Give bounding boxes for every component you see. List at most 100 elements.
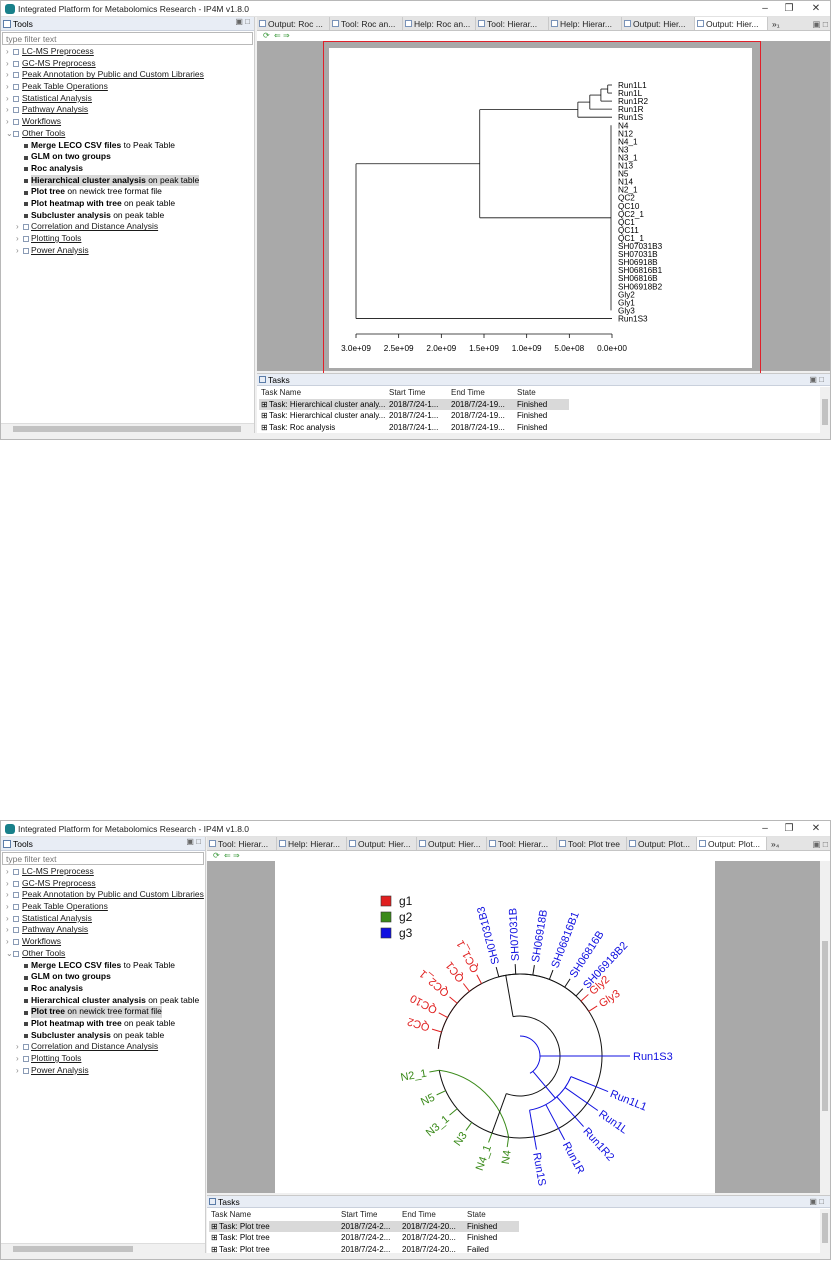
chevron-down-icon[interactable]: ⌄: [6, 948, 13, 960]
tree-category-peak-table-operations[interactable]: › Peak Table Operations: [1, 901, 205, 913]
filter-input[interactable]: [2, 852, 204, 865]
tab-overflow-button[interactable]: »₄: [769, 837, 791, 850]
tab-help-hierar[interactable]: Help: Hierar...: [549, 17, 622, 30]
tree-category-pathway-analysis[interactable]: › Pathway Analysis: [1, 104, 254, 116]
tool-item-roc-analysis[interactable]: Roc analysis: [1, 983, 205, 995]
horizontal-scrollbar[interactable]: [1, 1243, 205, 1253]
tool-item-plot-heatmap-with-tree[interactable]: Plot heatmap with tree on peak table: [1, 198, 254, 210]
column-header-end-time[interactable]: End Time: [402, 1209, 436, 1221]
tree-category-peak-annotation-by-public-and-custom-libraries[interactable]: › Peak Annotation by Public and Custom Li…: [1, 889, 205, 901]
refresh-icon[interactable]: ⟳: [213, 851, 220, 860]
panel-minmax-icon[interactable]: ▣ □: [186, 837, 201, 846]
tree-category-lc-ms-preprocess[interactable]: › LC-MS Preprocess: [1, 866, 205, 878]
back-icon[interactable]: ⇐: [274, 31, 281, 40]
chevron-down-icon[interactable]: ⌄: [6, 128, 13, 140]
chevron-right-icon[interactable]: ›: [6, 901, 9, 913]
tree-category-lc-ms-preprocess[interactable]: › LC-MS Preprocess: [1, 46, 254, 58]
column-header-end-time[interactable]: End Time: [451, 387, 485, 399]
tool-item-glm-on-two-groups[interactable]: GLM on two groups: [1, 971, 205, 983]
tasks-scrollbar[interactable]: [820, 387, 830, 433]
chevron-right-icon[interactable]: ›: [6, 46, 9, 58]
tree-category-other-tools[interactable]: ⌄ Other Tools: [1, 128, 254, 140]
chevron-right-icon[interactable]: ›: [6, 116, 9, 128]
tab-help-roc-an[interactable]: Help: Roc an...: [403, 17, 476, 30]
restore-icon[interactable]: ❐: [777, 821, 801, 837]
chevron-right-icon[interactable]: ›: [6, 866, 9, 878]
tool-item-plot-tree[interactable]: Plot tree on newick tree format file: [1, 1006, 205, 1018]
chevron-right-icon[interactable]: ›: [6, 924, 9, 936]
tool-item-plot-heatmap-with-tree[interactable]: Plot heatmap with tree on peak table: [1, 1018, 205, 1030]
table-row[interactable]: Task: Roc analysis 2018/7/24-1... 2018/7/2…: [259, 422, 569, 434]
chevron-right-icon[interactable]: ›: [16, 233, 19, 245]
tree-subcategory-correlation-and-distance-analysis[interactable]: › Correlation and Distance Analysis: [1, 1041, 205, 1053]
tab-output-roc[interactable]: Output: Roc ...: [257, 17, 330, 30]
back-icon[interactable]: ⇐: [224, 851, 231, 860]
tree-category-workflows[interactable]: › Workflows: [1, 936, 205, 948]
tab-output-hier[interactable]: Output: Hier...: [417, 837, 487, 850]
chevron-right-icon[interactable]: ›: [6, 936, 9, 948]
table-row[interactable]: Task: Hierarchical cluster analy... 2018/…: [259, 398, 569, 411]
chevron-right-icon[interactable]: ›: [16, 1041, 19, 1053]
column-header-state[interactable]: State: [517, 387, 536, 399]
chevron-right-icon[interactable]: ›: [16, 221, 19, 233]
tree-category-gc-ms-preprocess[interactable]: › GC-MS Preprocess: [1, 878, 205, 890]
close-icon[interactable]: ✕: [804, 821, 828, 837]
column-header-start-time[interactable]: Start Time: [389, 387, 425, 399]
chevron-right-icon[interactable]: ›: [6, 69, 9, 81]
tree-category-statistical-analysis[interactable]: › Statistical Analysis: [1, 93, 254, 105]
table-row[interactable]: Task: Plot tree 2018/7/24-2... 2018/7/24-2…: [209, 1232, 519, 1244]
tool-item-merge-leco-csv-files[interactable]: Merge LECO CSV files to Peak Table: [1, 960, 205, 972]
tool-item-hierarchical-cluster-analysis[interactable]: Hierarchical cluster analysis on peak ta…: [1, 174, 254, 187]
chevron-right-icon[interactable]: ›: [6, 93, 9, 105]
tree-subcategory-plotting-tools[interactable]: › Plotting Tools: [1, 1053, 205, 1065]
tab-tool-hierar[interactable]: Tool: Hierar...: [487, 837, 557, 850]
tab-overflow-button[interactable]: »₁: [770, 17, 792, 30]
tree-subcategory-correlation-and-distance-analysis[interactable]: › Correlation and Distance Analysis: [1, 221, 254, 233]
minimize-icon[interactable]: –: [753, 1, 777, 17]
editor-minmax-icon[interactable]: ▣ □: [801, 837, 828, 850]
tree-category-pathway-analysis[interactable]: › Pathway Analysis: [1, 924, 205, 936]
horizontal-scrollbar[interactable]: [1, 423, 254, 433]
table-row[interactable]: Task: Plot tree 2018/7/24-2... 2018/7/24-2…: [209, 1244, 519, 1256]
column-header-start-time[interactable]: Start Time: [341, 1209, 377, 1221]
tasks-scrollbar[interactable]: [820, 1209, 830, 1253]
chevron-right-icon[interactable]: ›: [6, 878, 9, 890]
chevron-right-icon[interactable]: ›: [16, 1065, 19, 1077]
column-header-task-name[interactable]: Task Name: [261, 387, 301, 399]
panel-minmax-icon[interactable]: ▣ □: [809, 375, 824, 384]
tab-tool-plot-tree[interactable]: Tool: Plot tree: [557, 837, 627, 850]
chevron-right-icon[interactable]: ›: [16, 1053, 19, 1065]
tool-item-plot-tree[interactable]: Plot tree on newick tree format file: [1, 186, 254, 198]
minimize-icon[interactable]: –: [753, 821, 777, 837]
tool-item-merge-leco-csv-files[interactable]: Merge LECO CSV files to Peak Table: [1, 140, 254, 152]
chevron-right-icon[interactable]: ›: [6, 58, 9, 70]
column-header-task-name[interactable]: Task Name: [211, 1209, 251, 1221]
editor-minmax-icon[interactable]: ▣ □: [801, 17, 828, 30]
tree-category-peak-annotation-by-public-and-custom-libraries[interactable]: › Peak Annotation by Public and Custom Li…: [1, 69, 254, 81]
tree-category-other-tools[interactable]: ⌄ Other Tools: [1, 948, 205, 960]
tab-output-hier[interactable]: Output: Hier...: [622, 17, 695, 30]
tool-item-glm-on-two-groups[interactable]: GLM on two groups: [1, 151, 254, 163]
tree-category-peak-table-operations[interactable]: › Peak Table Operations: [1, 81, 254, 93]
chevron-right-icon[interactable]: ›: [16, 245, 19, 257]
tab-output-plot[interactable]: Output: Plot...: [627, 837, 697, 850]
tool-item-hierarchical-cluster-analysis[interactable]: Hierarchical cluster analysis on peak ta…: [1, 995, 205, 1007]
tree-category-gc-ms-preprocess[interactable]: › GC-MS Preprocess: [1, 58, 254, 70]
chevron-right-icon[interactable]: ›: [6, 81, 9, 93]
tab-help-hierar[interactable]: Help: Hierar...: [277, 837, 347, 850]
tool-item-subcluster-analysis[interactable]: Subcluster analysis on peak table: [1, 1030, 205, 1042]
table-row[interactable]: Task: Plot tree 2018/7/24-2... 2018/7/24-2…: [209, 1220, 519, 1233]
tree-category-workflows[interactable]: › Workflows: [1, 116, 254, 128]
tab-tool-hierar[interactable]: Tool: Hierar...: [207, 837, 277, 850]
tree-category-statistical-analysis[interactable]: › Statistical Analysis: [1, 913, 205, 925]
chevron-right-icon[interactable]: ›: [6, 104, 9, 116]
tool-item-subcluster-analysis[interactable]: Subcluster analysis on peak table: [1, 210, 254, 222]
close-icon[interactable]: ✕: [804, 1, 828, 17]
column-header-state[interactable]: State: [467, 1209, 486, 1221]
panel-minmax-icon[interactable]: ▣ □: [809, 1197, 824, 1206]
tree-subcategory-plotting-tools[interactable]: › Plotting Tools: [1, 233, 254, 245]
tab-output-hier[interactable]: Output: Hier...: [695, 17, 768, 30]
tab-output-hier[interactable]: Output: Hier...: [347, 837, 417, 850]
tool-item-roc-analysis[interactable]: Roc analysis: [1, 163, 254, 175]
chevron-right-icon[interactable]: ›: [6, 913, 9, 925]
